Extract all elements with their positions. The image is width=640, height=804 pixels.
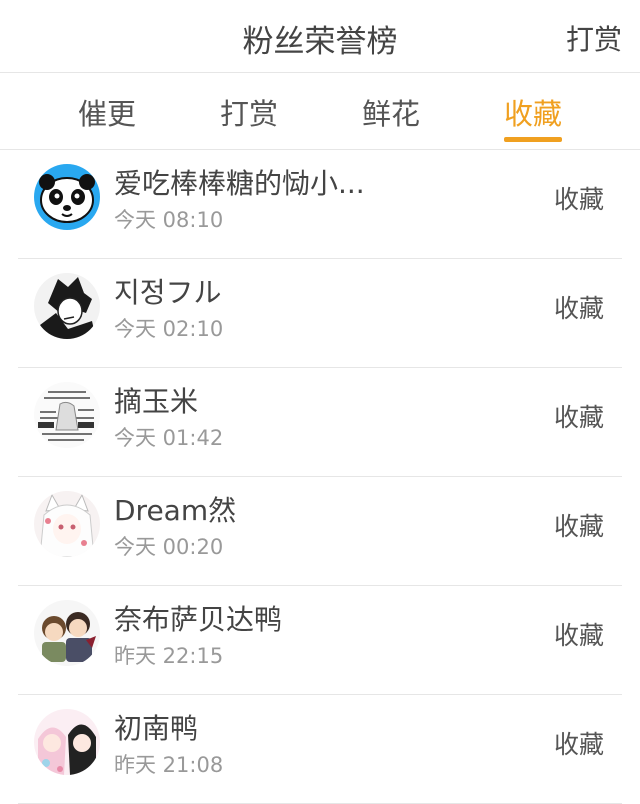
tab-bar: 催更 打赏 鲜花 收藏 [0, 73, 640, 150]
panda-avatar[interactable] [34, 164, 100, 230]
fan-time: 今天 01:42 [114, 426, 224, 450]
reward-button[interactable]: 打赏 [566, 18, 622, 58]
page-title: 粉丝荣誉榜 [242, 24, 398, 60]
fan-name: 初南鸭 [114, 712, 199, 745]
fan-time: 今天 08:10 [114, 208, 224, 232]
fan-name: 摘玉米 [114, 385, 199, 418]
list-item[interactable]: 지정フル 今天 02:10 收藏 [18, 259, 622, 368]
collect-label: 收藏 [553, 403, 604, 432]
fan-list: 爱吃棒棒糖的恸小... 今天 08:10 收藏 지정フル 今天 02:10 收藏 [0, 150, 640, 804]
fan-name: Dream然 [114, 494, 237, 527]
fan-time: 今天 02:10 [114, 317, 224, 341]
collect-label: 收藏 [553, 730, 604, 759]
list-item[interactable]: 爱吃棒棒糖的恸小... 今天 08:10 收藏 [18, 150, 622, 259]
tab-urge[interactable]: 催更 [67, 91, 147, 133]
list-item[interactable]: 初南鸭 昨天 21:08 收藏 [18, 695, 622, 804]
fan-time: 今天 00:20 [114, 535, 224, 559]
collect-label: 收藏 [553, 512, 604, 541]
tab-flowers[interactable]: 鲜花 [351, 91, 431, 133]
collect-label: 收藏 [553, 294, 604, 323]
fan-name: 爱吃棒棒糖的恸小... [114, 167, 365, 200]
list-item[interactable]: 摘玉米 今天 01:42 收藏 [18, 368, 622, 477]
anime-boy-avatar[interactable] [34, 273, 100, 339]
tab-collect[interactable]: 收藏 [493, 91, 573, 133]
fan-time: 昨天 22:15 [114, 644, 224, 668]
collect-label: 收藏 [553, 185, 604, 214]
fan-name: 지정フル [114, 276, 222, 309]
text-collage-avatar[interactable] [34, 382, 100, 448]
collect-label: 收藏 [553, 621, 604, 650]
anime-girl-avatar[interactable] [34, 491, 100, 557]
pink-girls-avatar[interactable] [34, 709, 100, 775]
list-item[interactable]: 奈布萨贝达鸭 昨天 22:15 收藏 [18, 586, 622, 695]
active-tab-indicator [504, 137, 562, 142]
fan-name: 奈布萨贝达鸭 [114, 603, 283, 636]
top-bar: 粉丝荣誉榜 打赏 [0, 0, 640, 73]
chibi-duo-avatar[interactable] [34, 600, 100, 666]
fan-time: 昨天 21:08 [114, 753, 224, 777]
tab-reward[interactable]: 打赏 [209, 91, 289, 133]
list-item[interactable]: Dream然 今天 00:20 收藏 [18, 477, 622, 586]
